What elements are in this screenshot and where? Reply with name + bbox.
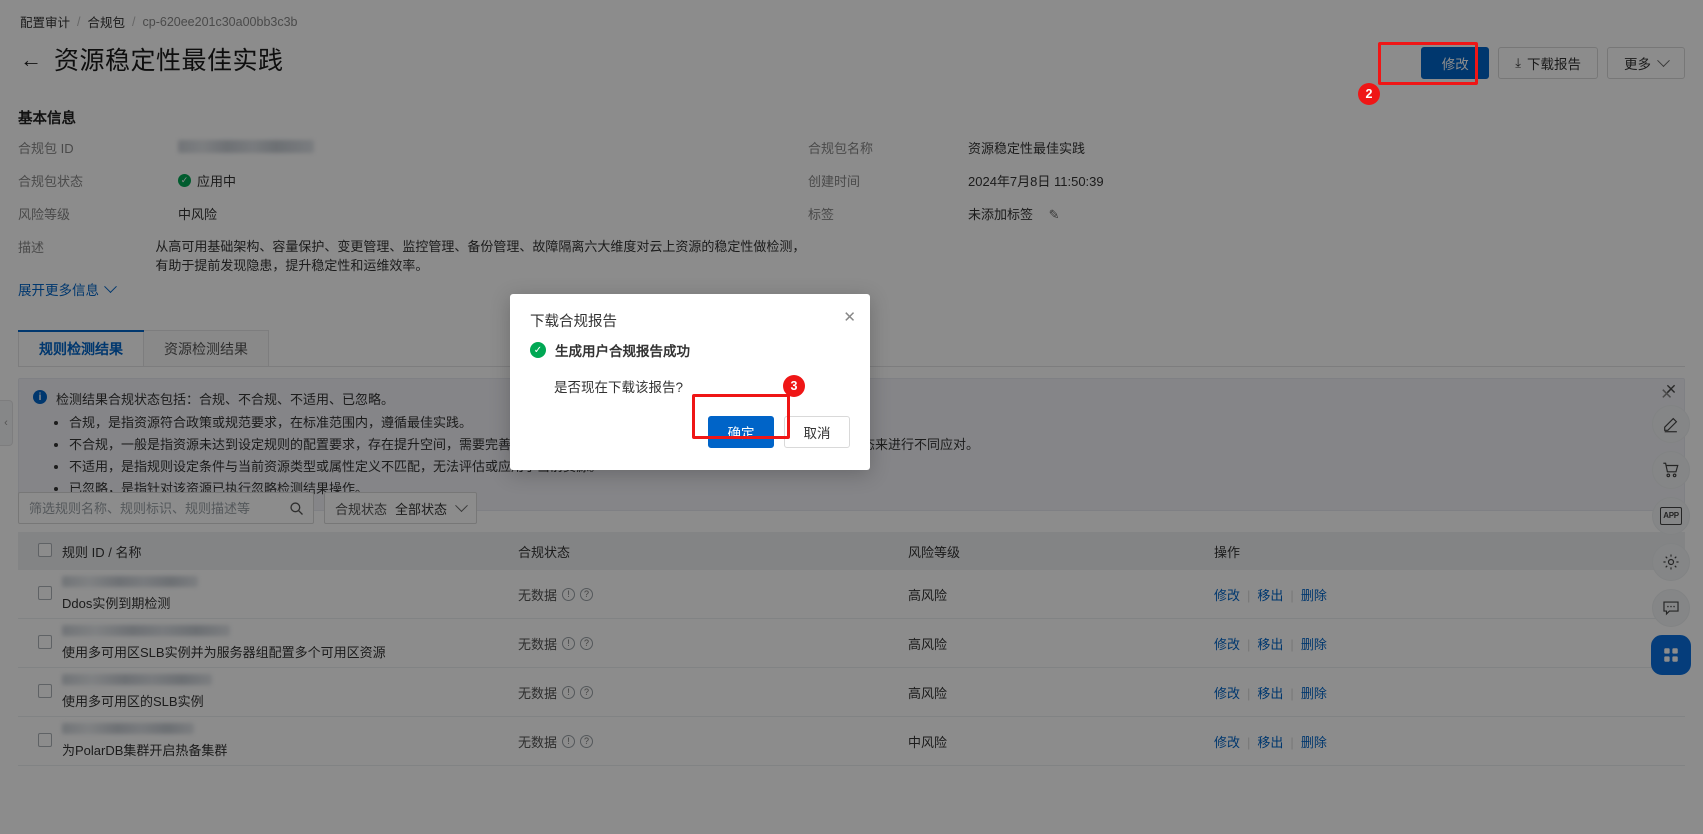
- modal-cancel-label: 取消: [803, 426, 831, 441]
- modal-title: 下载合规报告: [530, 314, 617, 330]
- modal-cancel-button[interactable]: 取消: [784, 416, 850, 448]
- modal-success-text: 生成用户合规报告成功: [555, 344, 690, 359]
- modal-success-row: ✓ 生成用户合规报告成功: [510, 331, 870, 360]
- annotation-number: 2: [1365, 87, 1373, 101]
- modal-confirm-button[interactable]: 确定: [708, 416, 774, 448]
- modal-confirm-label: 确定: [727, 426, 755, 441]
- modal-footer: 确定 取消: [510, 396, 870, 470]
- download-report-modal: ✕ 下载合规报告 ✓ 生成用户合规报告成功 是否现在下载该报告? 确定 取消: [510, 294, 870, 470]
- success-check-icon: ✓: [530, 342, 546, 358]
- modal-close-icon[interactable]: ✕: [843, 310, 856, 325]
- annotation-badge-2: 2: [1358, 83, 1380, 105]
- annotation-badge-3: 3: [783, 375, 805, 397]
- modal-question: 是否现在下载该报告?: [554, 380, 684, 395]
- annotation-number: 3: [790, 379, 798, 393]
